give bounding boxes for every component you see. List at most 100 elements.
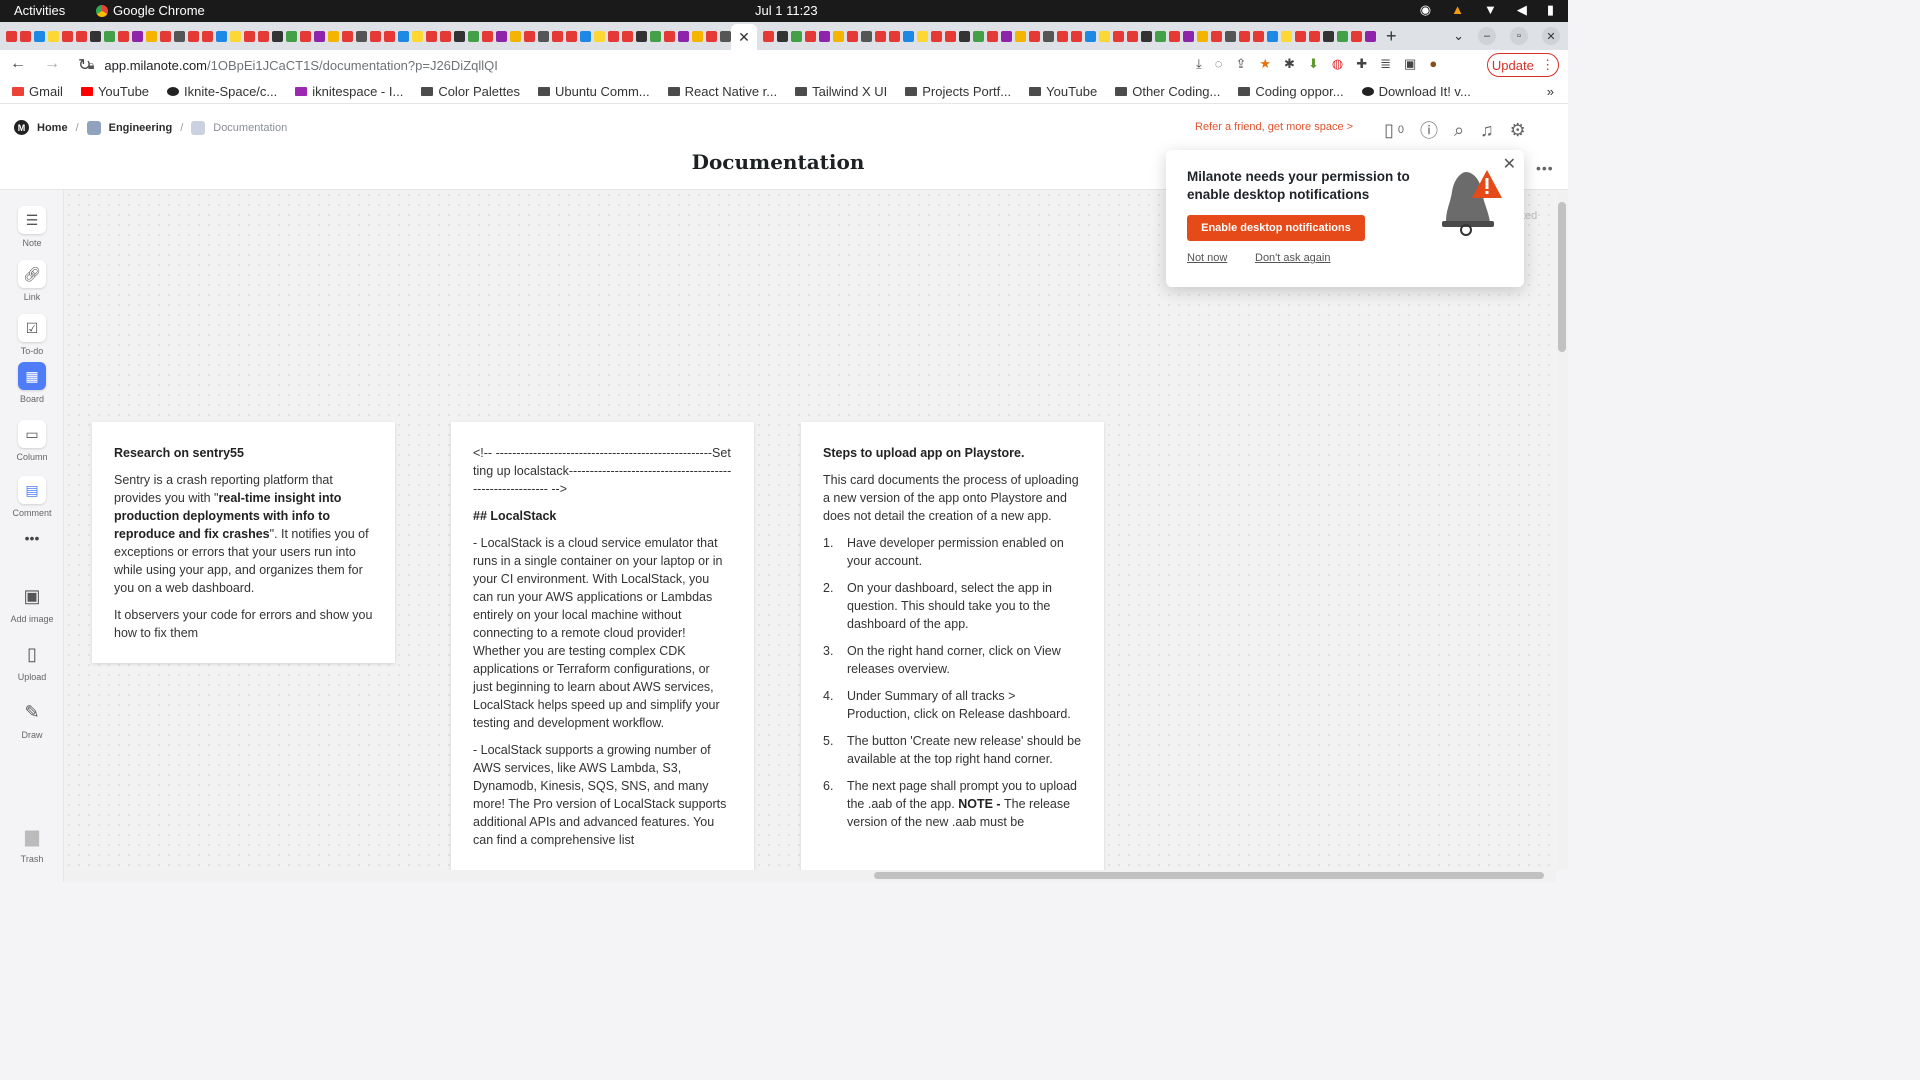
tool-todo[interactable]: ☑ To-do bbox=[0, 314, 64, 356]
tab-favicon-icon[interactable] bbox=[1113, 30, 1124, 42]
forward-icon[interactable]: → bbox=[44, 55, 60, 75]
tab-favicon-icon[interactable] bbox=[636, 30, 647, 42]
tab-favicon-icon[interactable] bbox=[482, 30, 493, 42]
refer-friend-link[interactable]: Refer a friend, get more space > bbox=[1195, 121, 1353, 133]
bookmark-item[interactable]: Iknite-Space/c... bbox=[167, 84, 277, 99]
help-icon[interactable]: ⓘ bbox=[1420, 117, 1438, 143]
tab-favicon-icon[interactable] bbox=[342, 30, 353, 42]
tab-favicon-icon[interactable] bbox=[1239, 30, 1250, 42]
tool-column[interactable]: ▭ Column bbox=[0, 420, 64, 462]
tab-favicon-icon[interactable] bbox=[903, 30, 914, 42]
extension-bug-icon[interactable]: ✱ bbox=[1284, 56, 1295, 72]
tab-favicon-icon[interactable] bbox=[594, 30, 605, 42]
tab-favicon-icon[interactable] bbox=[1267, 30, 1278, 42]
tab-favicon-icon[interactable] bbox=[1211, 30, 1222, 42]
tab-favicon-icon[interactable] bbox=[1155, 30, 1166, 42]
tab-favicon-icon[interactable] bbox=[650, 30, 661, 42]
tab-favicon-icon[interactable] bbox=[1057, 30, 1068, 42]
bookmark-star-icon[interactable]: ★ bbox=[1259, 56, 1271, 72]
back-icon[interactable]: ← bbox=[10, 55, 26, 75]
more-bookmarks-icon[interactable]: » bbox=[1547, 84, 1554, 99]
tab-favicon-icon[interactable] bbox=[76, 30, 87, 42]
install-icon[interactable]: ⤓ bbox=[1196, 56, 1202, 72]
tab-favicons-right[interactable] bbox=[757, 22, 1376, 50]
tab-favicon-icon[interactable] bbox=[566, 30, 577, 42]
tab-favicon-icon[interactable] bbox=[1085, 30, 1096, 42]
tab-favicon-icon[interactable] bbox=[244, 30, 255, 42]
tab-favicon-icon[interactable] bbox=[1183, 30, 1194, 42]
tab-favicon-icon[interactable] bbox=[496, 30, 507, 42]
scroll-thumb[interactable] bbox=[1558, 202, 1566, 352]
bookmark-item[interactable]: Tailwind X UI bbox=[795, 84, 887, 99]
close-window-button[interactable]: ✕ bbox=[1542, 27, 1560, 45]
tab-favicon-icon[interactable] bbox=[580, 30, 591, 42]
tab-favicon-icon[interactable] bbox=[1127, 30, 1138, 42]
tab-favicon-icon[interactable] bbox=[62, 30, 73, 42]
card-sentry[interactable]: Research on sentry55 Sentry is a crash r… bbox=[92, 422, 395, 663]
tab-favicon-icon[interactable] bbox=[1351, 30, 1362, 42]
tab-favicon-icon[interactable] bbox=[1029, 30, 1040, 42]
tab-favicon-icon[interactable] bbox=[1253, 30, 1264, 42]
lens-icon[interactable]: ◌ bbox=[1215, 56, 1223, 72]
extensions-puzzle-icon[interactable]: ✚ bbox=[1356, 56, 1367, 72]
tab-favicon-icon[interactable] bbox=[1099, 30, 1110, 42]
tab-favicons[interactable] bbox=[0, 22, 731, 50]
active-tab[interactable]: ✕ bbox=[731, 24, 757, 50]
tab-favicon-icon[interactable] bbox=[1001, 30, 1012, 42]
tab-favicon-icon[interactable] bbox=[34, 30, 45, 42]
tab-favicon-icon[interactable] bbox=[300, 30, 311, 42]
address-bar[interactable]: 🔒︎ app.milanote.com/1OBpEi1JCaCT1S/docum… bbox=[88, 54, 1208, 76]
tab-favicon-icon[interactable] bbox=[412, 30, 423, 42]
bookmark-item[interactable]: Other Coding... bbox=[1115, 84, 1220, 99]
tab-favicon-icon[interactable] bbox=[356, 30, 367, 42]
tab-favicon-icon[interactable] bbox=[692, 30, 703, 42]
bookmark-item[interactable]: Projects Portf... bbox=[905, 84, 1011, 99]
update-button[interactable]: Update ⋮ bbox=[1487, 53, 1559, 77]
tab-favicon-icon[interactable] bbox=[945, 30, 956, 42]
tab-favicon-icon[interactable] bbox=[258, 30, 269, 42]
tab-favicon-icon[interactable] bbox=[889, 30, 900, 42]
share-icon[interactable]: ⇪ bbox=[1235, 56, 1246, 72]
extension-color-icon[interactable]: ◍ bbox=[1332, 56, 1343, 72]
mobile-device-icon[interactable]: ▯ bbox=[1384, 120, 1394, 141]
tab-favicon-icon[interactable] bbox=[286, 30, 297, 42]
close-icon[interactable]: ✕ bbox=[1503, 154, 1516, 174]
tab-favicon-icon[interactable] bbox=[959, 30, 970, 42]
notifications-bell-icon[interactable]: ♫ bbox=[1480, 120, 1494, 141]
tab-favicon-icon[interactable] bbox=[510, 30, 521, 42]
tab-favicon-icon[interactable] bbox=[552, 30, 563, 42]
tab-favicon-icon[interactable] bbox=[132, 30, 143, 42]
enable-notifications-button[interactable]: Enable desktop notifications bbox=[1187, 215, 1365, 241]
bookmark-item[interactable]: Color Palettes bbox=[421, 84, 520, 99]
scroll-thumb[interactable] bbox=[874, 872, 1544, 879]
tab-favicon-icon[interactable] bbox=[1169, 30, 1180, 42]
clock[interactable]: Jul 1 11:23 bbox=[755, 3, 818, 18]
profile-avatar[interactable]: ● bbox=[1429, 56, 1437, 72]
minimize-button[interactable]: – bbox=[1478, 27, 1496, 45]
tab-favicon-icon[interactable] bbox=[174, 30, 185, 42]
tab-favicon-icon[interactable] bbox=[104, 30, 115, 42]
tab-favicon-icon[interactable] bbox=[524, 30, 535, 42]
bookmark-item[interactable]: iknitespace - I... bbox=[295, 84, 403, 99]
tab-favicon-icon[interactable] bbox=[188, 30, 199, 42]
tab-favicon-icon[interactable] bbox=[1281, 30, 1292, 42]
bookmark-item[interactable]: Ubuntu Comm... bbox=[537, 84, 650, 99]
crumb-home[interactable]: Home bbox=[37, 122, 68, 134]
tab-favicon-icon[interactable] bbox=[230, 30, 241, 42]
tab-favicon-icon[interactable] bbox=[440, 30, 451, 42]
tab-favicon-icon[interactable] bbox=[370, 30, 381, 42]
dont-ask-again-link[interactable]: Don't ask again bbox=[1255, 252, 1330, 264]
tab-favicon-icon[interactable] bbox=[1015, 30, 1026, 42]
tool-comment[interactable]: ▤ Comment bbox=[0, 476, 64, 518]
tab-favicon-icon[interactable] bbox=[202, 30, 213, 42]
tab-favicon-icon[interactable] bbox=[454, 30, 465, 42]
tab-favicon-icon[interactable] bbox=[833, 30, 844, 42]
crumb-engineering[interactable]: Engineering bbox=[109, 122, 173, 134]
side-panel-icon[interactable]: ▣ bbox=[1404, 56, 1416, 72]
reading-list-icon[interactable]: ≣ bbox=[1380, 56, 1391, 72]
tab-favicon-icon[interactable] bbox=[118, 30, 129, 42]
lock-icon[interactable]: 🔒︎ bbox=[88, 58, 94, 73]
tool-add-image[interactable]: ▣ Add image bbox=[0, 582, 64, 625]
tab-favicon-icon[interactable] bbox=[160, 30, 171, 42]
system-tray[interactable]: ◉ ▲ ▼ ◀ ▮ bbox=[1420, 2, 1554, 18]
